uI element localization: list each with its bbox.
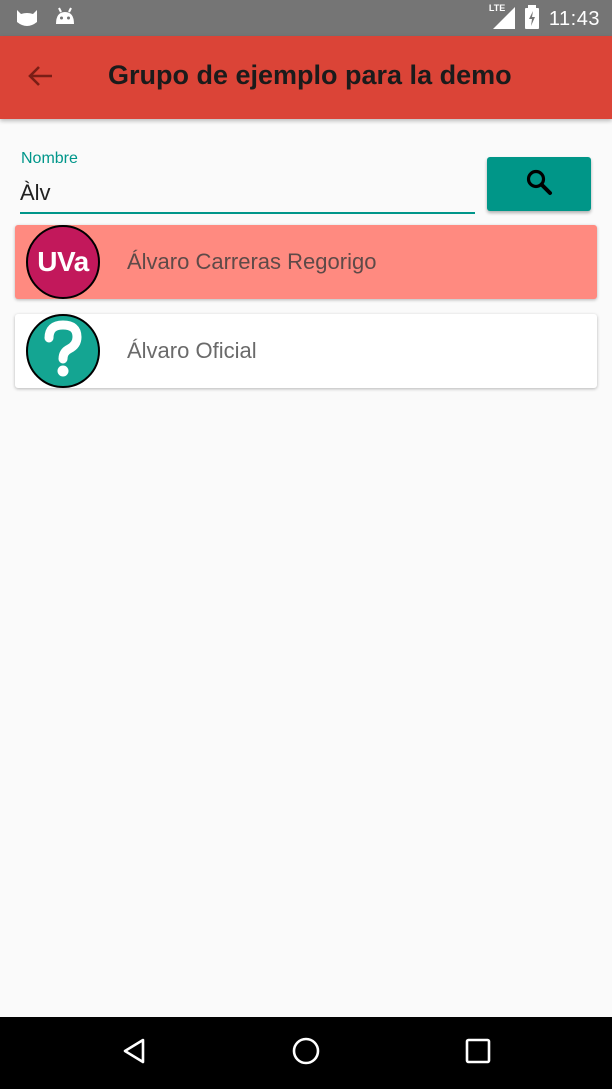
result-name: Álvaro Carreras Regorigo	[127, 249, 377, 274]
back-button[interactable]	[20, 58, 60, 98]
network-type-label: LTE	[488, 3, 506, 13]
question-mark-icon	[41, 319, 85, 383]
avatar-text: UVa	[37, 246, 89, 277]
search-icon	[524, 167, 554, 202]
name-field-label: Nombre	[21, 150, 78, 167]
recents-square-icon	[465, 1038, 491, 1069]
status-time: 11:43	[548, 8, 600, 30]
cat-icon	[14, 6, 40, 35]
back-triangle-icon	[121, 1037, 147, 1070]
signal-icon: LTE	[488, 3, 515, 34]
nav-recents-button[interactable]	[458, 1033, 498, 1073]
android-icon	[54, 6, 76, 35]
name-search-input[interactable]	[20, 174, 475, 214]
battery-charging-icon	[524, 5, 539, 34]
result-card[interactable]: UVa Álvaro Carreras Regorigo	[15, 225, 597, 299]
nav-back-button[interactable]	[114, 1033, 154, 1073]
nav-home-button[interactable]	[286, 1033, 326, 1073]
result-card[interactable]: Álvaro Oficial	[15, 314, 597, 388]
search-button[interactable]	[487, 157, 591, 211]
status-bar: LTE 11:43	[0, 0, 612, 36]
app-bar: Grupo de ejemplo para la demo	[0, 36, 612, 119]
page-title: Grupo de ejemplo para la demo	[108, 60, 512, 90]
avatar: UVa	[26, 225, 100, 299]
home-circle-icon	[291, 1036, 321, 1071]
navigation-bar	[0, 1017, 612, 1089]
result-name: Álvaro Oficial	[127, 338, 257, 363]
avatar	[26, 314, 100, 388]
arrow-back-icon	[27, 65, 53, 92]
